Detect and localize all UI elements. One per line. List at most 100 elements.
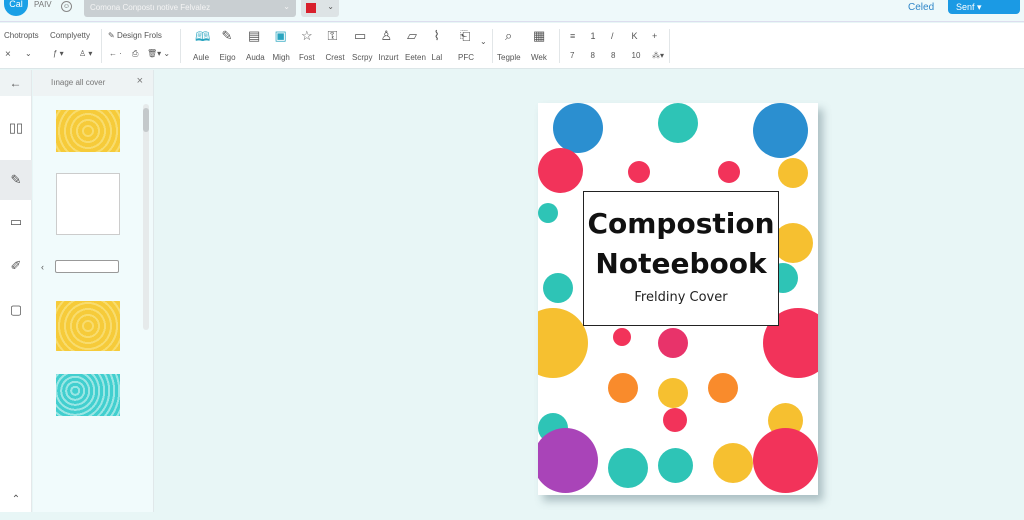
format-button[interactable]: ⁂▾ <box>652 51 664 60</box>
chevron-up-icon[interactable]: ⌃ <box>0 480 32 520</box>
tool-label-wek[interactable]: Wek <box>531 53 547 62</box>
chevron-left-icon[interactable]: ‹ <box>41 262 44 272</box>
stamp-icon[interactable]: ♙ <box>381 28 393 44</box>
tool-label[interactable]: Scrpy <box>352 53 372 62</box>
document-icon[interactable]: ▤ <box>248 28 260 44</box>
floral-decoration <box>608 373 638 403</box>
cover-title-line2: Noteebook <box>595 247 767 280</box>
format-button[interactable]: 10 <box>632 51 641 60</box>
menu-complyetty[interactable]: Complyetty <box>50 31 90 40</box>
format-button[interactable]: + <box>652 31 657 41</box>
pdf-icon[interactable]: ⎗ <box>460 28 470 44</box>
print-icon[interactable]: ⎙ <box>132 49 138 59</box>
floral-decoration <box>658 378 688 408</box>
tool-label[interactable]: Eigo <box>220 53 236 62</box>
floral-decoration <box>718 161 740 183</box>
floral-decoration <box>753 428 818 493</box>
cover-thumbnail[interactable] <box>56 110 120 152</box>
floral-decoration <box>538 308 588 378</box>
pencil-icon[interactable]: ✎ <box>222 28 233 44</box>
grid-icon[interactable]: ▦ <box>533 28 545 44</box>
format-button[interactable]: 7 <box>570 51 574 60</box>
tool-label[interactable]: Migh <box>273 53 290 62</box>
pages-icon[interactable]: ▯▯ <box>0 108 32 148</box>
red-swatch-icon <box>306 3 316 13</box>
format-button[interactable]: K <box>632 31 638 41</box>
star-icon[interactable]: ☆ <box>301 28 313 44</box>
font-icon[interactable]: ƒ ▾ <box>53 49 64 58</box>
tool-label[interactable]: Eeten <box>405 53 426 62</box>
icon-rail: ← ▯▯ ✎ ▭ ✐ ▢ ⌃ <box>0 70 32 512</box>
cover-thumbnail[interactable] <box>56 301 120 351</box>
notebook-cover[interactable]: Compostion Noteebook Freldiny Cover <box>538 103 818 495</box>
cover-thumbnail[interactable] <box>56 374 120 416</box>
format-button[interactable]: ≡ <box>570 31 575 41</box>
tool-label[interactable]: Crest <box>326 53 345 62</box>
book-icon[interactable]: 🕮 <box>195 28 210 50</box>
floral-decoration <box>773 223 813 263</box>
app-name: PAIV <box>34 0 52 9</box>
back-arrow-icon[interactable]: ← <box>0 70 31 96</box>
pencil-icon: ✎ <box>108 31 117 40</box>
scrollbar[interactable] <box>143 104 149 330</box>
trash-icon[interactable]: 🗑▾ ⌄ <box>147 49 170 58</box>
image-icon[interactable]: ▣ <box>275 28 287 44</box>
user-icon[interactable]: ☺ <box>61 1 72 12</box>
paperclip-icon[interactable]: ⌇ <box>434 28 440 44</box>
tool-label[interactable]: Lal <box>432 53 443 62</box>
format-button[interactable]: / <box>611 31 614 41</box>
floral-decoration <box>713 443 753 483</box>
format-button[interactable]: 8 <box>611 51 615 60</box>
floral-decoration <box>658 103 698 143</box>
floral-decoration <box>553 103 603 153</box>
tool-label-tegple[interactable]: Tegple <box>497 53 521 62</box>
floral-decoration <box>613 328 631 346</box>
top-bar: Cal PAIV ☺ Comona Conpostı notive Felval… <box>0 0 1024 22</box>
pencil-icon[interactable]: ✎ <box>0 160 32 200</box>
edit-icon[interactable]: ✐ <box>0 246 32 286</box>
search-icon[interactable]: ⌕ <box>505 28 512 44</box>
toolbar: Chotropts Complyetty × ⌄ ƒ ▾ ♙ ▾ ✎ Desig… <box>0 23 1024 69</box>
comment-icon[interactable]: ▢ <box>0 290 32 330</box>
floral-decoration <box>538 148 583 193</box>
close-icon[interactable]: × <box>5 49 11 60</box>
picture-icon[interactable]: ▱ <box>407 28 417 44</box>
chevron-down-icon[interactable]: ⌄ <box>25 49 32 58</box>
cover-panel: Iınage all cover × ‹ <box>33 70 154 512</box>
panel-title: Iınage all cover <box>51 78 106 87</box>
tool-label[interactable]: Aule <box>193 53 209 62</box>
floral-decoration <box>608 448 648 488</box>
celed-link[interactable]: Celed <box>908 2 934 14</box>
color-button[interactable]: ⌄ <box>301 0 339 17</box>
design-tools-button[interactable]: ✎ Design Frols <box>108 31 162 40</box>
close-icon[interactable]: × <box>137 75 143 87</box>
more-tools-chevron[interactable]: ⌄ <box>480 37 487 46</box>
send-button[interactable]: Senf ▾ <box>948 0 1020 14</box>
tool-label[interactable]: Auda <box>246 53 265 62</box>
app-logo[interactable]: Cal <box>4 0 28 16</box>
tool-label[interactable]: Inzurt <box>379 53 399 62</box>
lock-icon[interactable]: ⚿ <box>328 28 338 44</box>
chevron-down-icon: ⌄ <box>283 2 290 11</box>
blank-page-thumbnail[interactable] <box>56 173 120 235</box>
floral-decoration <box>708 373 738 403</box>
floral-decoration <box>538 203 558 223</box>
scroll-thumbnail[interactable] <box>55 260 119 273</box>
floral-decoration <box>658 328 688 358</box>
floral-decoration <box>753 103 808 158</box>
folder-icon[interactable]: ▭ <box>0 202 32 242</box>
tool-label[interactable]: PFC <box>458 53 474 62</box>
cover-title-box[interactable]: Compostion Noteebook Freldiny Cover <box>583 191 779 326</box>
stamp-icon[interactable]: ♙ ▾ <box>79 49 92 58</box>
floral-decoration <box>663 408 687 432</box>
back-icon[interactable]: ← · <box>109 49 122 58</box>
cover-title-line1: Compostion <box>587 207 775 240</box>
document-name-select[interactable]: Comona Conpostı notive Felvalez ⌄ <box>84 0 296 17</box>
format-button[interactable]: 1 <box>591 31 596 41</box>
menu-chotropts[interactable]: Chotropts <box>4 31 39 40</box>
format-button[interactable]: 8 <box>591 51 595 60</box>
screen-icon[interactable]: ▭ <box>354 28 366 44</box>
floral-decoration <box>538 428 598 493</box>
floral-decoration <box>658 448 693 483</box>
tool-label[interactable]: Fost <box>299 53 315 62</box>
